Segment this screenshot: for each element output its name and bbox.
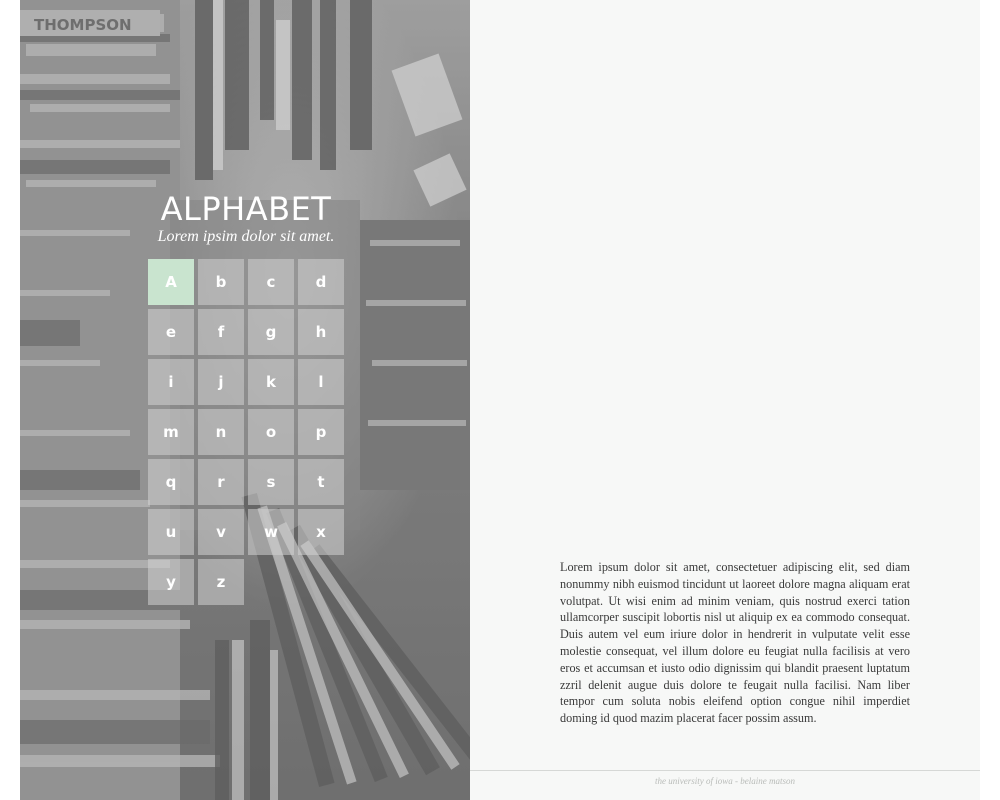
letter-tile-u[interactable]: u — [148, 509, 194, 555]
bookshelf-photo: THOMPSON ALPHABET Lorem ipsim dolor sit … — [20, 0, 470, 800]
letter-tile-o[interactable]: o — [248, 409, 294, 455]
footer-rule — [470, 770, 980, 771]
letter-tile-s[interactable]: s — [248, 459, 294, 505]
letter-tile-z[interactable]: z — [198, 559, 244, 605]
letter-tile-x[interactable]: x — [298, 509, 344, 555]
letter-tile-j[interactable]: j — [198, 359, 244, 405]
letter-tile-f[interactable]: f — [198, 309, 244, 355]
letter-tile-l[interactable]: l — [298, 359, 344, 405]
letter-tile-b[interactable]: b — [198, 259, 244, 305]
letter-tile-v[interactable]: v — [198, 509, 244, 555]
letter-tile-q[interactable]: q — [148, 459, 194, 505]
alphabet-grid: Abcd efgh ijkl mnop qrst uvwx yz — [148, 259, 344, 605]
page-subtitle: Lorem ipsim dolor sit amet. — [157, 228, 335, 245]
letter-tile-r[interactable]: r — [198, 459, 244, 505]
letter-tile-d[interactable]: d — [298, 259, 344, 305]
page-title: ALPHABET — [160, 190, 332, 228]
letter-tile-a[interactable]: A — [148, 259, 194, 305]
title-block: ALPHABET Lorem ipsim dolor sit amet. — [148, 190, 344, 246]
letter-tile-g[interactable]: g — [248, 309, 294, 355]
letter-tile-w[interactable]: w — [248, 509, 294, 555]
letter-tile-e[interactable]: e — [148, 309, 194, 355]
letter-tile-m[interactable]: m — [148, 409, 194, 455]
text-page: Lorem ipsum dolor sit amet, consectetuer… — [470, 0, 980, 800]
letter-tile-h[interactable]: h — [298, 309, 344, 355]
letter-tile-y[interactable]: y — [148, 559, 194, 605]
letter-tile-i[interactable]: i — [148, 359, 194, 405]
letter-tile-p[interactable]: p — [298, 409, 344, 455]
letter-tile-t[interactable]: t — [298, 459, 344, 505]
body-paragraph: Lorem ipsum dolor sit amet, consectetuer… — [560, 560, 910, 726]
letter-tile-n[interactable]: n — [198, 409, 244, 455]
letter-tile-k[interactable]: k — [248, 359, 294, 405]
book-spread: THOMPSON ALPHABET Lorem ipsim dolor sit … — [20, 0, 980, 800]
letter-tile-c[interactable]: c — [248, 259, 294, 305]
footer-credit: the university of iowa - belaine matson — [655, 776, 795, 786]
